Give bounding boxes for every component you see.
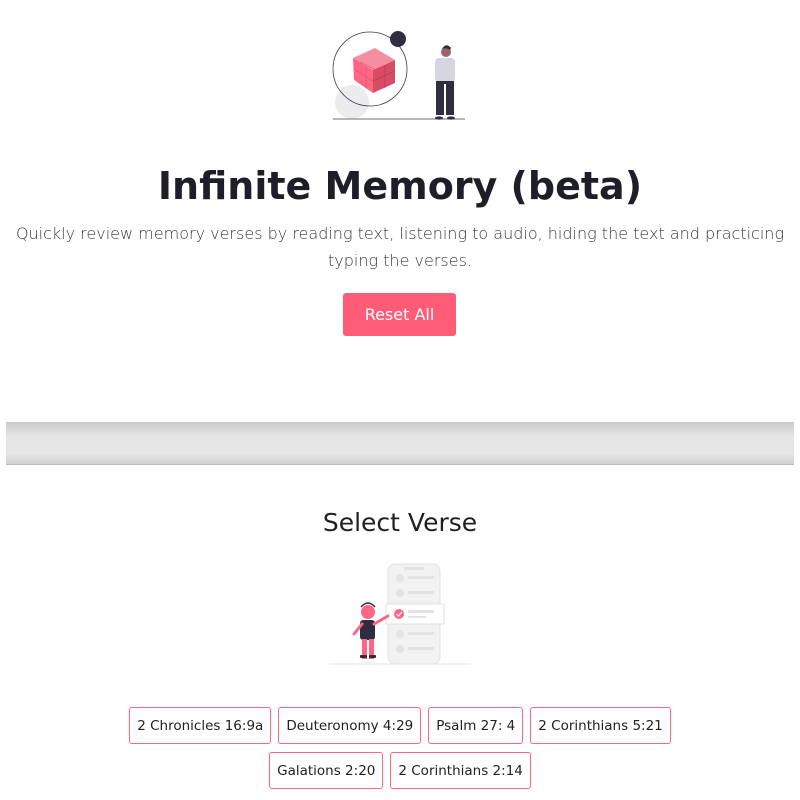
- section-divider: [6, 422, 794, 465]
- verse-button[interactable]: 2 Corinthians 2:14: [390, 752, 531, 789]
- hero-section: Infinite Memory (beta) Quickly review me…: [0, 0, 800, 420]
- verse-button[interactable]: 2 Corinthians 5:21: [530, 707, 671, 744]
- phone-checklist-illustration: [330, 563, 470, 665]
- verse-button[interactable]: 2 Chronicles 16:9a: [129, 707, 272, 744]
- verse-button[interactable]: Deuteronomy 4:29: [278, 707, 422, 744]
- reset-all-button[interactable]: Reset All: [343, 293, 456, 336]
- verse-button[interactable]: Psalm 27: 4: [428, 707, 524, 744]
- verse-button[interactable]: Galations 2:20: [269, 752, 384, 789]
- select-verse-heading: Select Verse: [322, 508, 478, 537]
- page-title: Infinite Memory (beta): [157, 164, 643, 208]
- page-description: Quickly review memory verses by reading …: [15, 224, 785, 270]
- cube-person-illustration: [332, 31, 465, 120]
- verse-list: 2 Chronicles 16:9a Deuteronomy 4:29 Psal…: [80, 707, 720, 789]
